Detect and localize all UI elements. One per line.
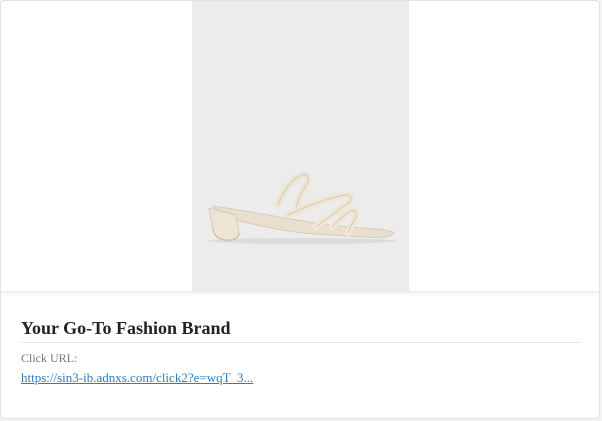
title-divider — [21, 342, 581, 343]
ad-media-area — [1, 1, 599, 291]
ad-info: Your Go-To Fashion Brand Click URL: http… — [21, 317, 581, 387]
sandal-icon — [207, 171, 397, 244]
ad-preview-card: Your Go-To Fashion Brand Click URL: http… — [0, 0, 600, 419]
media-divider-shadow — [1, 291, 599, 296]
product-image[interactable] — [192, 1, 409, 291]
brand-title: Your Go-To Fashion Brand — [21, 318, 231, 338]
click-url-link[interactable]: https://sin3-ib.adnxs.com/click2?e=wqT_3… — [21, 370, 253, 386]
click-url-label: Click URL: — [21, 351, 78, 365]
